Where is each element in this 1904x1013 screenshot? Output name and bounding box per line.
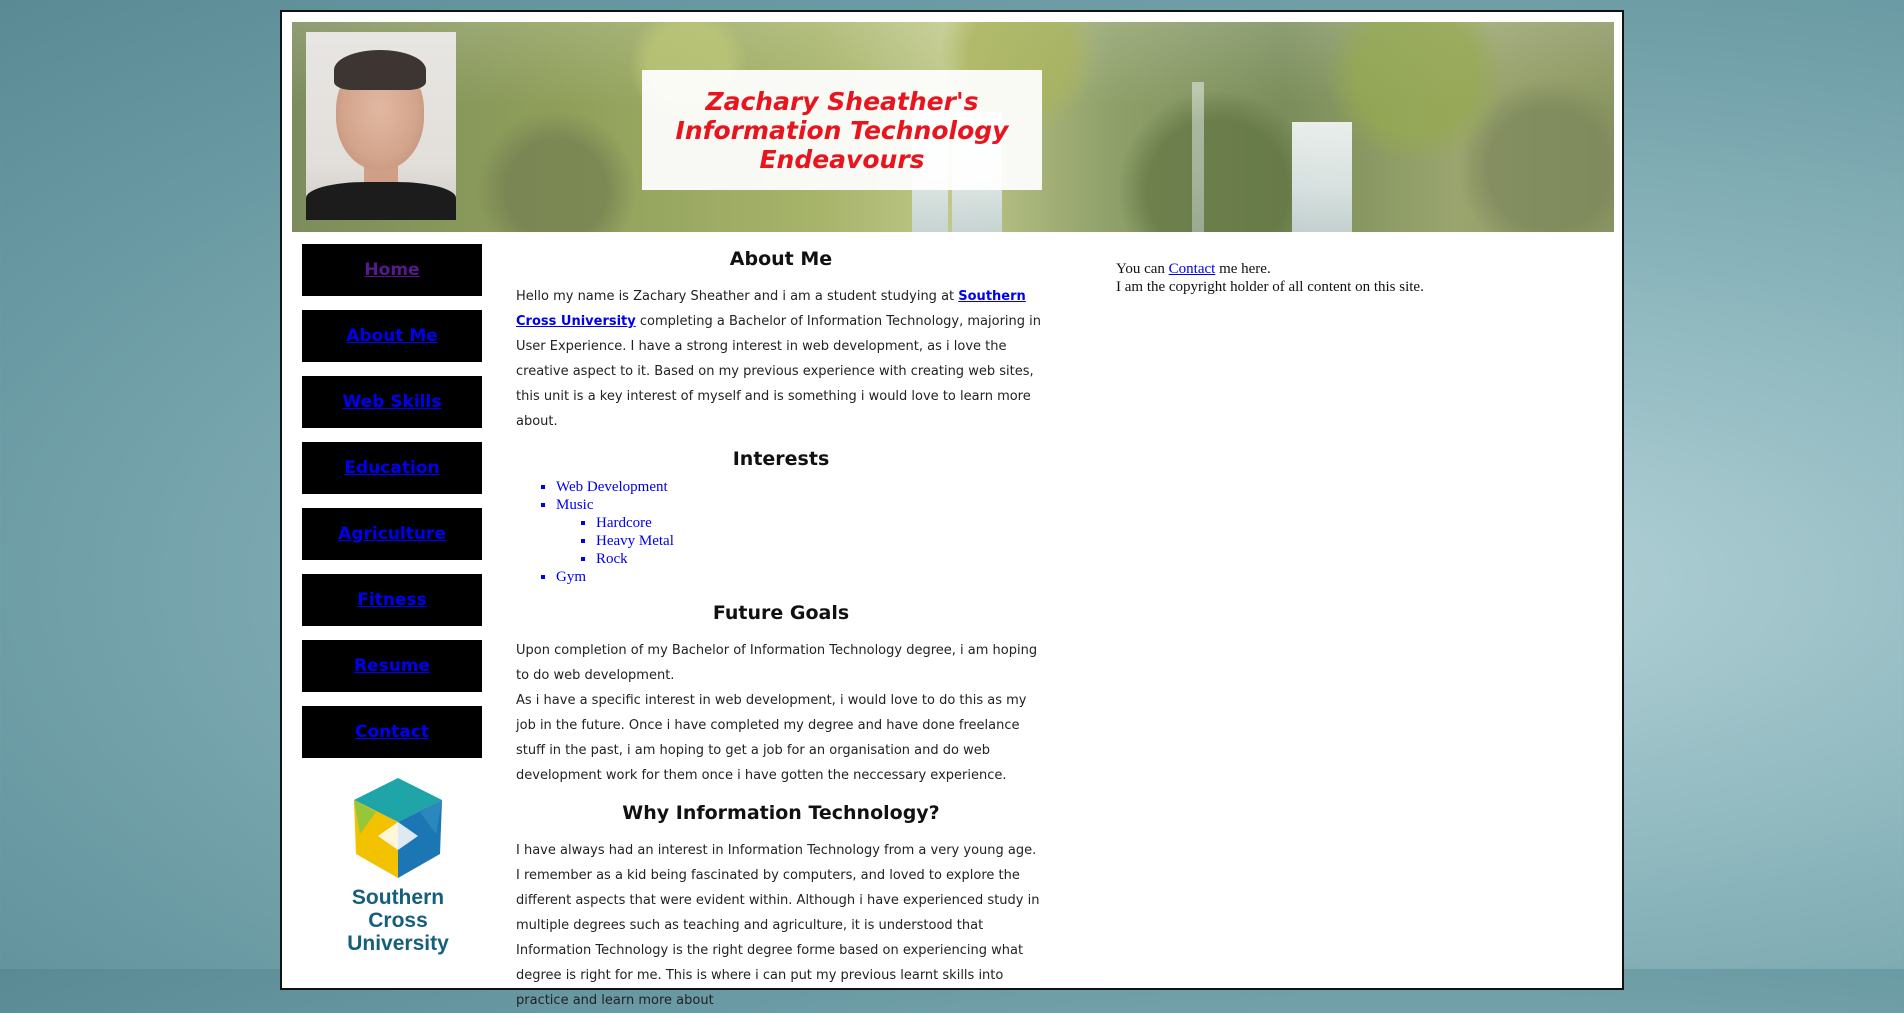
main-content: About Me Hello my name is Zachary Sheath… bbox=[516, 248, 1046, 1013]
nav-resume-button[interactable]: Resume bbox=[302, 640, 482, 692]
list-item: Gym bbox=[556, 568, 1046, 586]
interests-list: Web Development Music Hardcore Heavy Met… bbox=[516, 478, 1046, 586]
interests-heading: Interests bbox=[732, 448, 830, 470]
side-panel: You can Contact me here. I am the copyri… bbox=[1116, 260, 1536, 296]
list-item: Heavy Metal bbox=[596, 532, 1046, 550]
goals-paragraph: Upon completion of my Bachelor of Inform… bbox=[516, 643, 1038, 783]
list-item: Rock bbox=[596, 550, 1046, 568]
nav-education-button[interactable]: Education bbox=[302, 442, 482, 494]
why-it-heading: Why Information Technology? bbox=[622, 802, 940, 824]
list-item: Music Hardcore Heavy Metal Rock bbox=[556, 496, 1046, 568]
about-heading: About Me bbox=[729, 248, 833, 270]
waterfall bbox=[1192, 82, 1204, 232]
waterfall bbox=[1292, 122, 1352, 232]
site-title-box: Zachary Sheather's Information Technolog… bbox=[642, 70, 1042, 190]
sidebar-nav: Home About Me Web Skills Education Agric… bbox=[302, 244, 482, 772]
copyright-line: I am the copyright holder of all content… bbox=[1116, 279, 1424, 295]
header-banner: Zachary Sheather's Information Technolog… bbox=[292, 22, 1614, 232]
contact-line: You can Contact me here. bbox=[1116, 261, 1271, 277]
side-contact-link[interactable]: Contact bbox=[1169, 261, 1216, 277]
nav-web-skills-button[interactable]: Web Skills bbox=[302, 376, 482, 428]
scu-shield-icon bbox=[354, 778, 442, 878]
university-logo: Southern Cross University bbox=[320, 774, 476, 955]
why-it-paragraph: I have always had an interest in Informa… bbox=[516, 843, 1040, 1008]
nav-about-me-button[interactable]: About Me bbox=[302, 310, 482, 362]
site-title: Zachary Sheather's Information Technolog… bbox=[675, 86, 1009, 174]
list-item: Hardcore bbox=[596, 514, 1046, 532]
nav-home-button[interactable]: Home bbox=[302, 244, 482, 296]
nav-agriculture-button[interactable]: Agriculture bbox=[302, 508, 482, 560]
list-item: Web Development bbox=[556, 478, 1046, 496]
university-logo-text: Southern Cross University bbox=[347, 886, 449, 955]
page-container: Zachary Sheather's Information Technolog… bbox=[280, 10, 1624, 1008]
profile-photo bbox=[306, 32, 456, 220]
about-paragraph: Hello my name is Zachary Sheather and i … bbox=[516, 289, 1042, 429]
nav-contact-button[interactable]: Contact bbox=[302, 706, 482, 758]
goals-heading: Future Goals bbox=[712, 602, 850, 624]
music-sublist: Hardcore Heavy Metal Rock bbox=[556, 514, 1046, 568]
nav-fitness-button[interactable]: Fitness bbox=[302, 574, 482, 626]
